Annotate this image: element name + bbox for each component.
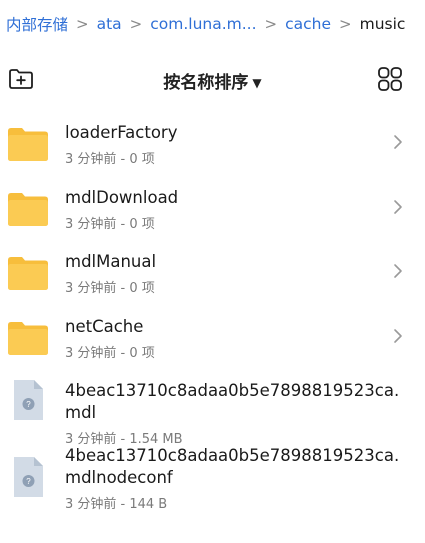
chevron-right-icon [394,264,402,278]
item-meta: 3 分钟前 - 0 项 [65,152,155,167]
list-item-folder[interactable]: netCache 3 分钟前 - 0 项 [0,304,425,369]
file-list: loaderFactory 3 分钟前 - 0 项 mdlDownload 3 … [0,110,425,543]
list-item-file[interactable]: ? 4beac13710c8adaa0b5e7898819523ca.mdlno… [0,433,425,543]
unknown-file-icon: ? [14,380,43,420]
list-item-file[interactable]: ? 4beac13710c8adaa0b5e7898819523ca.mdl 3… [0,368,425,447]
chevron-right-icon: > [76,15,89,33]
svg-text:?: ? [26,400,31,409]
chevron-right-icon: > [264,15,278,33]
grid-view-icon[interactable] [377,66,403,92]
breadcrumb: 内部存储 > ata > com.luna.m... > cache > mus… [6,13,425,35]
folder-icon [8,128,48,161]
list-item-folder[interactable]: loaderFactory 3 分钟前 - 0 项 [0,110,425,175]
sort-label: 按名称排序 [163,73,249,93]
breadcrumb-item-app[interactable]: com.luna.m... [150,15,256,33]
breadcrumb-item-ata[interactable]: ata [97,15,122,33]
chevron-right-icon [394,199,402,214]
item-name: 4beac13710c8adaa0b5e7898819523ca.mdlnode… [65,445,400,487]
folder-icon [8,192,48,226]
item-meta: 3 分钟前 - 0 项 [65,345,155,361]
item-name: 4beac13710c8adaa0b5e7898819523ca.mdl [65,381,400,422]
breadcrumb-item-cache[interactable]: cache [285,15,331,33]
svg-text:?: ? [26,477,31,486]
chevron-right-icon: > [129,15,143,33]
item-meta: 3 分钟前 - 0 项 [65,216,155,232]
item-meta: 3 分钟前 - 0 项 [65,281,155,296]
unknown-file-icon: ? [14,456,43,497]
chevron-right-icon [394,135,402,149]
chevron-right-icon [394,328,402,343]
item-name: netCache [65,316,144,336]
item-name: loaderFactory [65,123,178,142]
folder-icon [8,257,48,290]
item-name: mdlManual [65,252,157,271]
item-name: mdlDownload [65,187,179,207]
caret-down-icon: ▼ [252,76,262,90]
list-item-folder[interactable]: mdlManual 3 分钟前 - 0 项 [0,239,425,304]
folder-icon [8,321,48,355]
breadcrumb-item-internal-storage[interactable]: 内部存储 [6,13,68,35]
toolbar: 按名称排序 ▼ [0,60,425,98]
sort-dropdown[interactable]: 按名称排序 ▼ [0,68,425,93]
item-meta: 3 分钟前 - 144 B [65,496,168,512]
list-item-folder[interactable]: mdlDownload 3 分钟前 - 0 项 [0,175,425,240]
chevron-right-icon: > [339,15,352,33]
breadcrumb-item-music: music [359,15,406,33]
